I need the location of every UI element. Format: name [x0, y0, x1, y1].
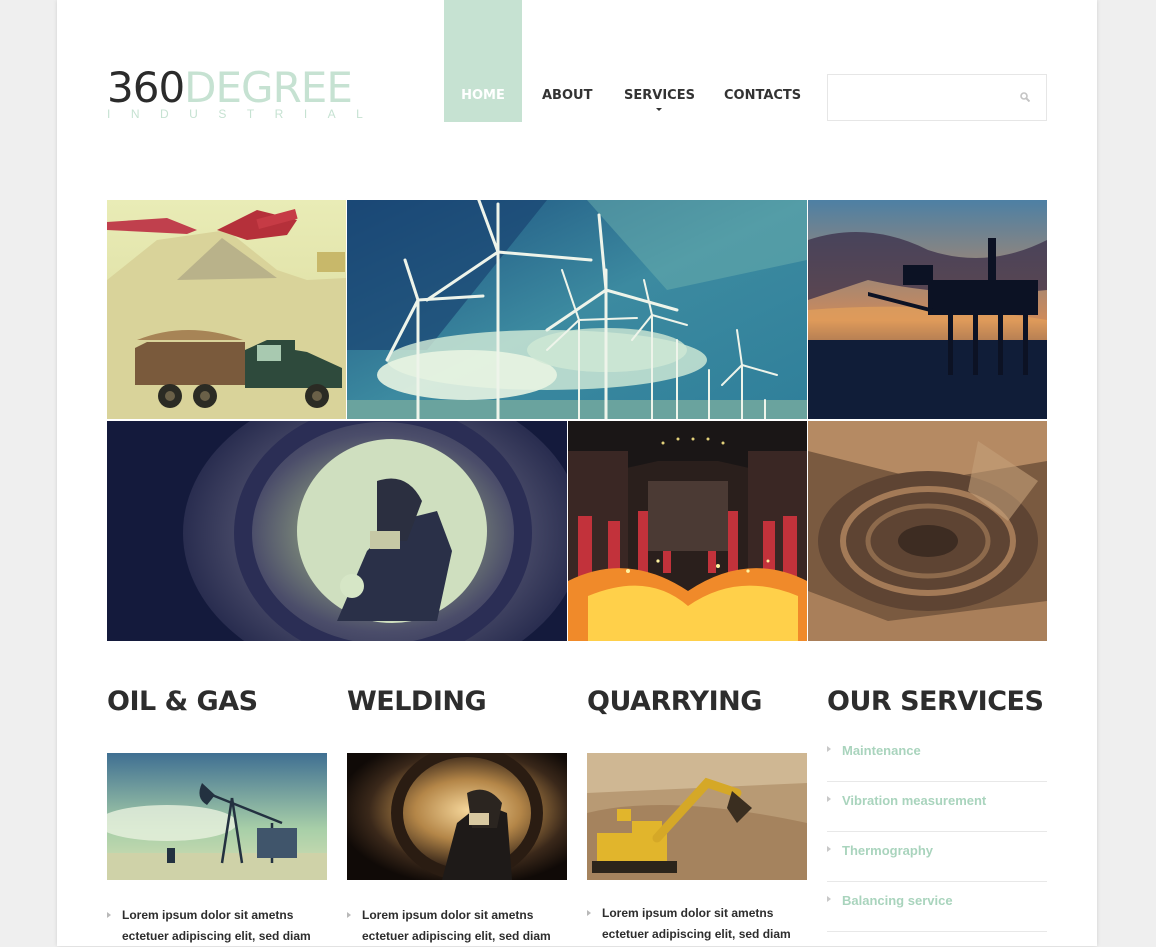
- service-link[interactable]: Balancing service: [842, 893, 953, 908]
- nav-item-contacts[interactable]: CONTACTS: [724, 0, 801, 122]
- logo-number: 360: [107, 63, 185, 112]
- bullet-arrow-icon: [347, 912, 351, 918]
- search-box[interactable]: [827, 74, 1047, 121]
- service-item-vibration[interactable]: Vibration measurement: [827, 781, 1047, 832]
- bullet-arrow-icon: [827, 846, 831, 852]
- oil-gas-text: Lorem ipsum dolor sit ametns ectetuer ad…: [122, 908, 311, 943]
- quarrying-text: Lorem ipsum dolor sit ametns ectetuer ad…: [602, 906, 791, 941]
- welding-text: Lorem ipsum dolor sit ametns ectetuer ad…: [362, 908, 551, 943]
- search-input[interactable]: [828, 75, 1028, 118]
- service-link[interactable]: Thermography: [842, 843, 933, 858]
- logo-word: DEGREE: [184, 63, 353, 112]
- service-item-maintenance[interactable]: Maintenance: [827, 731, 1047, 782]
- bullet-arrow-icon: [107, 912, 111, 918]
- bullet-arrow-icon: [827, 796, 831, 802]
- bullet-arrow-icon: [587, 910, 591, 916]
- pumpjack-photo[interactable]: [107, 753, 327, 880]
- photo-gallery: [107, 200, 1047, 641]
- open-pit-mine-photo[interactable]: [808, 421, 1047, 641]
- excavator-photo[interactable]: [587, 753, 807, 880]
- search-icon[interactable]: [1020, 92, 1030, 102]
- nav-item-services[interactable]: SERVICES: [624, 0, 695, 122]
- nav-item-services-label: SERVICES: [624, 88, 695, 103]
- service-link[interactable]: Vibration measurement: [842, 793, 986, 808]
- nav-item-home[interactable]: HOME: [444, 0, 522, 122]
- site-logo[interactable]: 360DEGREE INDUSTRIAL: [107, 63, 384, 124]
- quarry-trucks-photo[interactable]: [107, 200, 346, 419]
- services-title: OUR SERVICES: [827, 686, 1044, 717]
- page-container: 360DEGREE INDUSTRIAL HOME ABOUT SERVICES…: [57, 0, 1097, 946]
- service-link[interactable]: Maintenance: [842, 743, 921, 758]
- bullet-arrow-icon: [827, 896, 831, 902]
- column-title-quarrying: QUARRYING: [587, 686, 762, 717]
- column-title-oil-gas: OIL & GAS: [107, 686, 258, 717]
- service-item-thermography[interactable]: Thermography: [827, 831, 1047, 882]
- oil-platform-sunset-photo[interactable]: [808, 200, 1047, 419]
- column-title-welding: WELDING: [347, 686, 487, 717]
- pipe-welder-photo[interactable]: [107, 421, 567, 641]
- logo-tagline: INDUSTRIAL: [107, 107, 384, 121]
- bullet-arrow-icon: [827, 746, 831, 752]
- service-item-balancing[interactable]: Balancing service: [827, 881, 1047, 932]
- nav-item-about[interactable]: ABOUT: [542, 0, 592, 122]
- caret-down-icon: [656, 108, 663, 111]
- steel-furnace-photo[interactable]: [568, 421, 807, 641]
- logo-wordmark: 360DEGREE: [107, 63, 353, 112]
- wind-turbines-photo[interactable]: [347, 200, 807, 419]
- welder-photo[interactable]: [347, 753, 567, 880]
